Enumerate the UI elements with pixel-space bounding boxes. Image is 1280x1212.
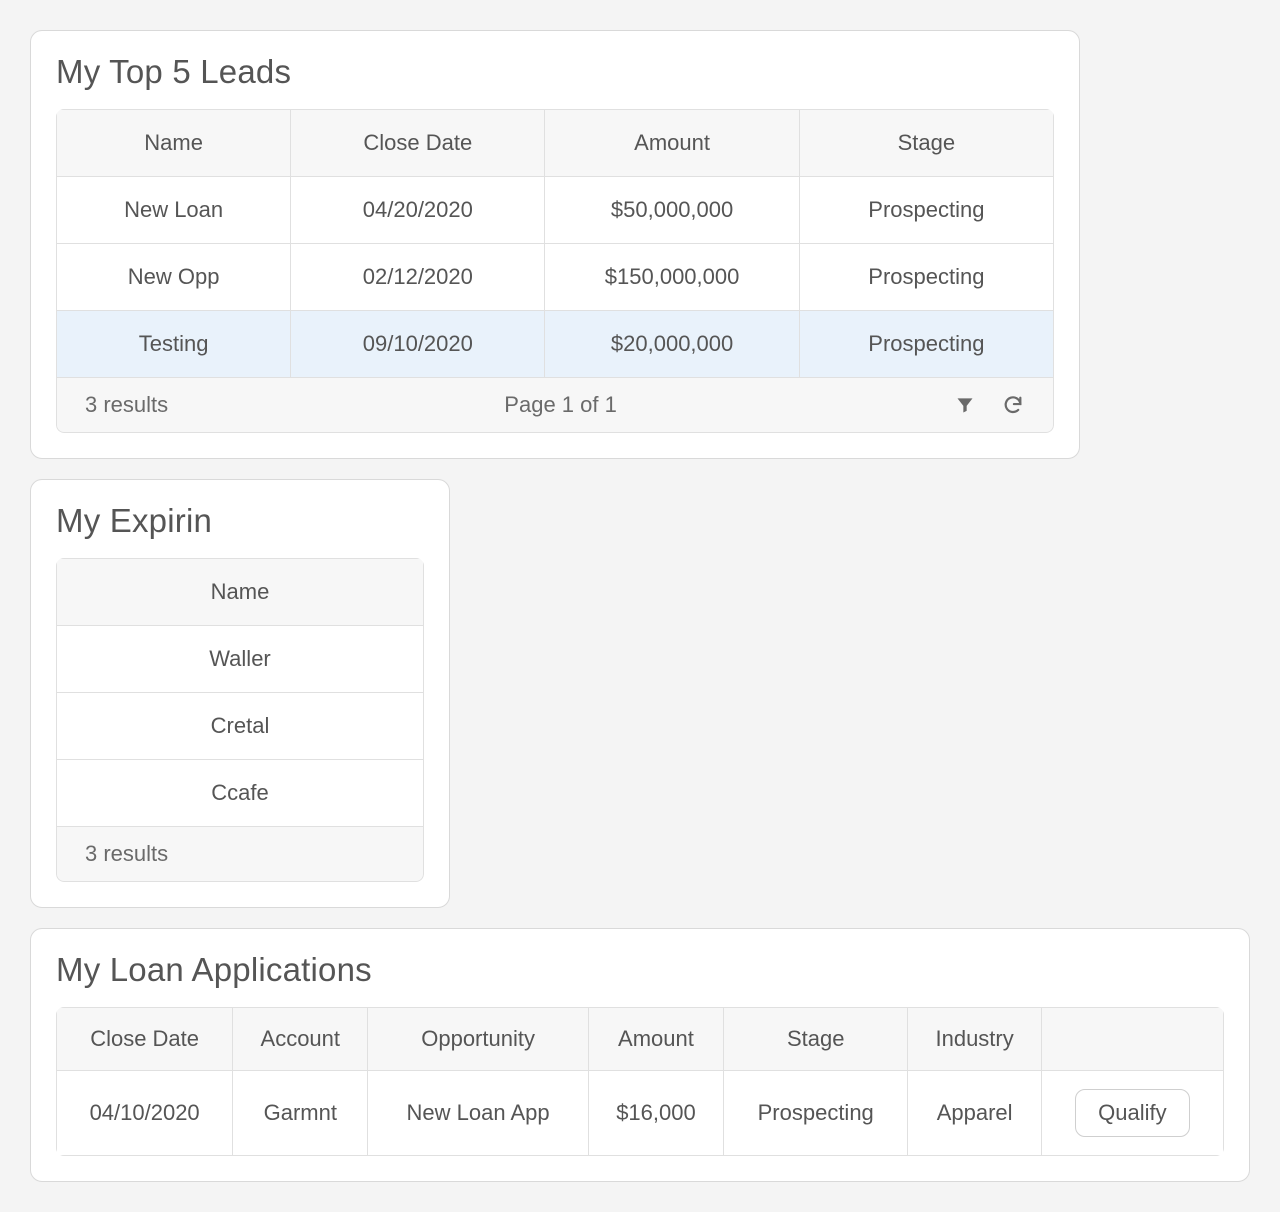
expiring-cell-name: Waller xyxy=(57,626,424,693)
expiring-title: My Expirin xyxy=(56,502,424,540)
leads-row[interactable]: New Opp 02/12/2020 $150,000,000 Prospect… xyxy=(57,244,1054,311)
leads-header-row: Name Close Date Amount Stage xyxy=(57,110,1054,177)
expiring-row[interactable]: Waller xyxy=(57,626,424,693)
expiring-cell-name: Ccafe xyxy=(57,760,424,827)
filter-icon[interactable] xyxy=(953,393,977,417)
expiring-cell-name: Cretal xyxy=(57,693,424,760)
loan-apps-cell-account: Garmnt xyxy=(233,1071,368,1156)
loan-apps-table: Close Date Account Opportunity Amount St… xyxy=(56,1007,1224,1156)
dashboard: My Top 5 Leads Name Close Date Amount St… xyxy=(0,0,1280,1212)
loan-apps-table-wrap: Close Date Account Opportunity Amount St… xyxy=(56,1007,1224,1156)
loan-apps-cell-stage: Prospecting xyxy=(724,1071,908,1156)
loan-apps-header-amount[interactable]: Amount xyxy=(588,1008,723,1071)
leads-header-name[interactable]: Name xyxy=(57,110,291,177)
loan-apps-header-stage[interactable]: Stage xyxy=(724,1008,908,1071)
leads-cell-name: New Opp xyxy=(57,244,291,311)
qualify-button[interactable]: Qualify xyxy=(1075,1089,1189,1137)
leads-header-close-date[interactable]: Close Date xyxy=(291,110,545,177)
leads-results-count: 3 results xyxy=(85,392,168,418)
loan-apps-cell-close-date: 04/10/2020 xyxy=(57,1071,233,1156)
expiring-header-name[interactable]: Name xyxy=(57,559,424,626)
expiring-table-wrap: Name Waller Cretal Ccafe 3 results xyxy=(56,558,424,882)
loan-apps-header-industry[interactable]: Industry xyxy=(908,1008,1041,1071)
expiring-row[interactable]: Cretal xyxy=(57,693,424,760)
loan-apps-row[interactable]: 04/10/2020 Garmnt New Loan App $16,000 P… xyxy=(57,1071,1224,1156)
loan-apps-card: My Loan Applications Close Date Account … xyxy=(30,928,1250,1182)
leads-card: My Top 5 Leads Name Close Date Amount St… xyxy=(30,30,1080,459)
leads-cell-close-date: 09/10/2020 xyxy=(291,311,545,378)
leads-cell-amount: $20,000,000 xyxy=(545,311,799,378)
leads-table: Name Close Date Amount Stage New Loan 04… xyxy=(56,109,1054,378)
expiring-table: Name Waller Cretal Ccafe xyxy=(56,558,424,827)
leads-cell-amount: $50,000,000 xyxy=(545,177,799,244)
loan-apps-cell-action: Qualify xyxy=(1041,1071,1223,1156)
leads-table-wrap: Name Close Date Amount Stage New Loan 04… xyxy=(56,109,1054,433)
leads-cell-close-date: 04/20/2020 xyxy=(291,177,545,244)
leads-cell-stage: Prospecting xyxy=(799,311,1053,378)
leads-row[interactable]: Testing 09/10/2020 $20,000,000 Prospecti… xyxy=(57,311,1054,378)
leads-footer: 3 results Page 1 of 1 xyxy=(56,378,1054,433)
loan-apps-header-close-date[interactable]: Close Date xyxy=(57,1008,233,1071)
loan-apps-cell-opportunity: New Loan App xyxy=(368,1071,589,1156)
leads-cell-stage: Prospecting xyxy=(799,244,1053,311)
loan-apps-cell-amount: $16,000 xyxy=(588,1071,723,1156)
loan-apps-header-account[interactable]: Account xyxy=(233,1008,368,1071)
leads-row[interactable]: New Loan 04/20/2020 $50,000,000 Prospect… xyxy=(57,177,1054,244)
leads-cell-close-date: 02/12/2020 xyxy=(291,244,545,311)
leads-header-amount[interactable]: Amount xyxy=(545,110,799,177)
loan-apps-title: My Loan Applications xyxy=(56,951,1224,989)
loan-apps-header-action xyxy=(1041,1008,1223,1071)
loan-apps-header-opportunity[interactable]: Opportunity xyxy=(368,1008,589,1071)
refresh-icon[interactable] xyxy=(1001,393,1025,417)
leads-header-stage[interactable]: Stage xyxy=(799,110,1053,177)
expiring-card: My Expirin Name Waller Cretal Ccafe 3 re… xyxy=(30,479,450,908)
expiring-header-row: Name xyxy=(57,559,424,626)
leads-cell-name: New Loan xyxy=(57,177,291,244)
loan-apps-cell-industry: Apparel xyxy=(908,1071,1041,1156)
expiring-row[interactable]: Ccafe xyxy=(57,760,424,827)
expiring-results-count: 3 results xyxy=(85,841,168,867)
leads-cell-stage: Prospecting xyxy=(799,177,1053,244)
expiring-footer: 3 results xyxy=(56,827,424,882)
leads-page-indicator: Page 1 of 1 xyxy=(168,392,953,418)
leads-cell-amount: $150,000,000 xyxy=(545,244,799,311)
leads-cell-name: Testing xyxy=(57,311,291,378)
loan-apps-header-row: Close Date Account Opportunity Amount St… xyxy=(57,1008,1224,1071)
leads-title: My Top 5 Leads xyxy=(56,53,1054,91)
